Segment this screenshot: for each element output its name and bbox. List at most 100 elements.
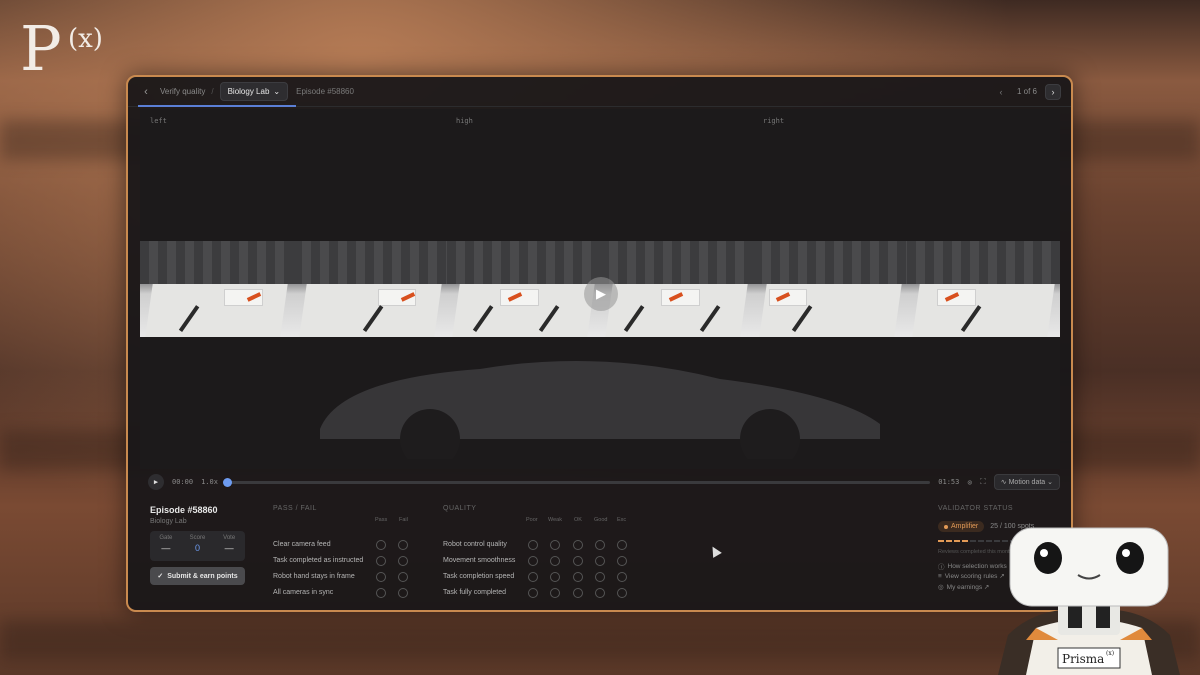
camera-label-left: left	[150, 117, 167, 125]
episode-title: Episode #58860	[150, 505, 218, 515]
time-total: 01:53	[938, 478, 960, 486]
camera-label-high: high	[456, 117, 473, 125]
quality-row-label: Task completion speed	[443, 573, 515, 580]
camera-frame	[293, 241, 447, 337]
video-player[interactable]: left high right ▶	[140, 109, 1060, 469]
active-tab-indicator	[138, 105, 296, 107]
playback-controls: ▶ 00:00 1.0x 01:53 ⊗ ⛶ ∿ Motion data ⌄	[140, 473, 1060, 491]
quality-radio[interactable]	[550, 540, 560, 550]
app-window: ‹ Verify quality / Biology Lab ⌄ Episode…	[126, 75, 1073, 612]
play-button[interactable]: ▶	[148, 474, 164, 490]
pass-fail-row-label: Robot hand stays in frame	[273, 573, 355, 580]
stat-gate: Gate —	[159, 535, 173, 553]
list-icon: ≡	[938, 572, 942, 580]
coin-icon: ◎	[938, 584, 944, 591]
motion-data-button[interactable]: ∿ Motion data ⌄	[993, 474, 1060, 490]
quality-radio[interactable]	[595, 540, 605, 550]
pass-column: Pass	[375, 517, 388, 523]
quality-radio[interactable]	[528, 540, 538, 550]
quality-radio[interactable]	[573, 572, 583, 582]
top-bar: ‹ Verify quality / Biology Lab ⌄ Episode…	[128, 77, 1071, 107]
pass-radio[interactable]	[376, 572, 386, 582]
quality-radio[interactable]	[528, 556, 538, 566]
episode-id: Episode #58860	[296, 87, 354, 96]
quality-radio[interactable]	[617, 556, 627, 566]
quality-radio[interactable]	[573, 540, 583, 550]
episode-subtitle: Biology Lab	[150, 518, 187, 525]
camera-frame	[599, 241, 754, 337]
pass-fail-row-label: All cameras in sync	[273, 589, 334, 596]
quality-radio[interactable]	[550, 588, 560, 598]
breadcrumb-verify[interactable]: Verify quality	[160, 87, 205, 96]
pass-fail-row-label: Clear camera feed	[273, 541, 331, 548]
fail-column: Fail	[399, 517, 408, 523]
project-dropdown[interactable]: Biology Lab ⌄	[219, 82, 289, 101]
play-icon: ▶	[596, 286, 606, 301]
quality-radio[interactable]	[550, 556, 560, 566]
quality-row-label: Task fully completed	[443, 589, 507, 596]
quality-radio[interactable]	[550, 572, 560, 582]
logo-letter: P	[20, 12, 62, 85]
camera-frame	[446, 241, 600, 337]
next-episode-button[interactable]: ›	[1045, 83, 1061, 100]
pass-radio[interactable]	[376, 540, 386, 550]
project-label: Biology Lab	[227, 87, 270, 96]
fail-radio[interactable]	[398, 588, 408, 598]
prev-episode-button[interactable]: ‹	[993, 84, 1009, 100]
logo-superscript: (x)	[68, 24, 103, 54]
pass-radio[interactable]	[376, 556, 386, 566]
quality-radio[interactable]	[528, 588, 538, 598]
quality-radio[interactable]	[595, 588, 605, 598]
robot-mascot: Prisma (x)	[998, 527, 1180, 675]
quality-radio[interactable]	[595, 572, 605, 582]
brand-logo: P (x)	[20, 18, 103, 80]
fail-radio[interactable]	[398, 540, 408, 550]
speed-selector[interactable]: 1.0x	[201, 478, 218, 486]
quality-radio[interactable]	[617, 572, 627, 582]
quality-col-exc: Exc	[617, 517, 627, 523]
fail-radio[interactable]	[398, 572, 408, 582]
mascot-badge: Prisma	[1062, 652, 1104, 666]
camera-label-right: right	[763, 117, 785, 125]
pass-fail-row-label: Task completed as instructed	[273, 557, 364, 564]
quality-row-label: Robot control quality	[443, 541, 507, 548]
quality-radio[interactable]	[528, 572, 538, 582]
validator-heading: VALIDATOR STATUS	[938, 505, 1014, 512]
settings-icon[interactable]: ⊗	[967, 478, 972, 487]
camera-frame	[753, 241, 907, 337]
quality-radio[interactable]	[617, 588, 627, 598]
stat-vote: Vote —	[223, 535, 236, 553]
scrubber-track[interactable]	[222, 477, 931, 487]
camera-frame	[140, 241, 294, 337]
quality-col-good: Good	[594, 517, 608, 523]
quality-row-label: Movement smoothness	[443, 557, 516, 564]
submit-button[interactable]: ✓ Submit & earn points	[150, 567, 245, 585]
pager-text: 1 of 6	[1016, 87, 1037, 96]
breadcrumb-separator: /	[211, 87, 214, 96]
play-overlay-button[interactable]: ▶	[584, 277, 618, 311]
chevron-down-icon: ⌄	[273, 87, 281, 96]
stat-score: Score 0	[189, 535, 206, 553]
fail-radio[interactable]	[398, 556, 408, 566]
camera-frame	[906, 241, 1060, 337]
quality-radio[interactable]	[573, 556, 583, 566]
pass-radio[interactable]	[376, 588, 386, 598]
mascot-badge-super: (x)	[1106, 650, 1114, 657]
chevron-left-icon[interactable]: ‹	[138, 86, 154, 98]
check-icon: ✓	[157, 573, 164, 580]
info-icon: ⓘ	[938, 564, 945, 571]
quality-radio[interactable]	[573, 588, 583, 598]
episode-stats: Gate — Score 0 Vote —	[150, 531, 245, 561]
quality-col-poor: Poor	[526, 517, 538, 523]
quality-heading: QUALITY	[443, 505, 477, 512]
fullscreen-icon[interactable]: ⛶	[980, 477, 986, 487]
pass-fail-heading: PASS / FAIL	[273, 505, 317, 512]
quality-radio[interactable]	[617, 540, 627, 550]
time-current: 00:00	[172, 478, 194, 486]
quality-col-ok: OK	[574, 517, 582, 523]
review-panel: Episode #58860 Biology Lab Gate — Score 0 …	[128, 497, 1071, 610]
quality-col-weak: Weak	[548, 517, 562, 523]
quality-radio[interactable]	[595, 556, 605, 566]
car-silhouette	[320, 361, 880, 459]
scrubber-handle[interactable]	[222, 477, 232, 487]
